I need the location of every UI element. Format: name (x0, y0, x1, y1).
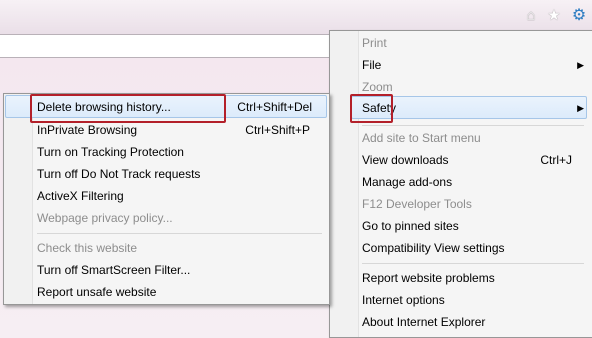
tools-menu: Print File ▶ Zoom Safety ▶ Add site to S… (329, 30, 592, 338)
menu-item-internet-options[interactable]: Internet options (362, 289, 584, 311)
safety-annotation-box (350, 94, 393, 123)
safety-submenu: Delete browsing history... Ctrl+Shift+De… (3, 93, 330, 305)
menu-item-tracking-protection[interactable]: Turn on Tracking Protection (37, 141, 317, 163)
menu-item-print: Print (362, 36, 387, 50)
menu-item-manage-addons[interactable]: Manage add-ons (362, 171, 584, 193)
home-icon[interactable]: ⌂ (522, 7, 540, 25)
favorites-star-icon[interactable]: ★ (545, 7, 563, 25)
tools-gear-icon[interactable]: ⚙ (570, 7, 588, 25)
menu-separator (362, 263, 584, 264)
menu-item-privacy-policy: Webpage privacy policy... (37, 211, 173, 225)
menu-item-compat-view[interactable]: Compatibility View settings (362, 237, 584, 259)
menu-item-inprivate-browsing[interactable]: InPrivate Browsing Ctrl+Shift+P (37, 119, 310, 141)
menu-item-f12-dev-tools: F12 Developer Tools (362, 197, 472, 211)
menu-item-about-ie[interactable]: About Internet Explorer (362, 311, 584, 333)
browser-toolbar: ⌂ ★ ⚙ (0, 0, 592, 34)
menu-item-zoom: Zoom (362, 80, 393, 94)
menu-item-check-website: Check this website (37, 241, 138, 255)
menu-separator (37, 233, 322, 234)
menu-item-do-not-track[interactable]: Turn off Do Not Track requests (37, 163, 317, 185)
menu-item-view-downloads[interactable]: View downloads Ctrl+J (362, 149, 572, 171)
menu-item-pinned-sites[interactable]: Go to pinned sites (362, 215, 584, 237)
submenu-arrow-icon: ▶ (577, 60, 584, 70)
menu-item-activex-filtering[interactable]: ActiveX Filtering (37, 185, 317, 207)
menu-item-file[interactable]: File ▶ (362, 54, 584, 76)
menu-item-report-problems[interactable]: Report website problems (362, 267, 584, 289)
menu-item-smartscreen-filter[interactable]: Turn off SmartScreen Filter... (37, 259, 317, 281)
menu-gutter (330, 31, 359, 337)
submenu-arrow-icon: ▶ (577, 103, 584, 113)
menu-gutter (4, 94, 33, 304)
menu-item-report-unsafe-site[interactable]: Report unsafe website (37, 281, 317, 303)
menu-item-add-site-to-start: Add site to Start menu (362, 131, 481, 145)
menu-item-safety[interactable]: Safety ▶ (362, 97, 584, 119)
menu-separator (362, 125, 584, 126)
